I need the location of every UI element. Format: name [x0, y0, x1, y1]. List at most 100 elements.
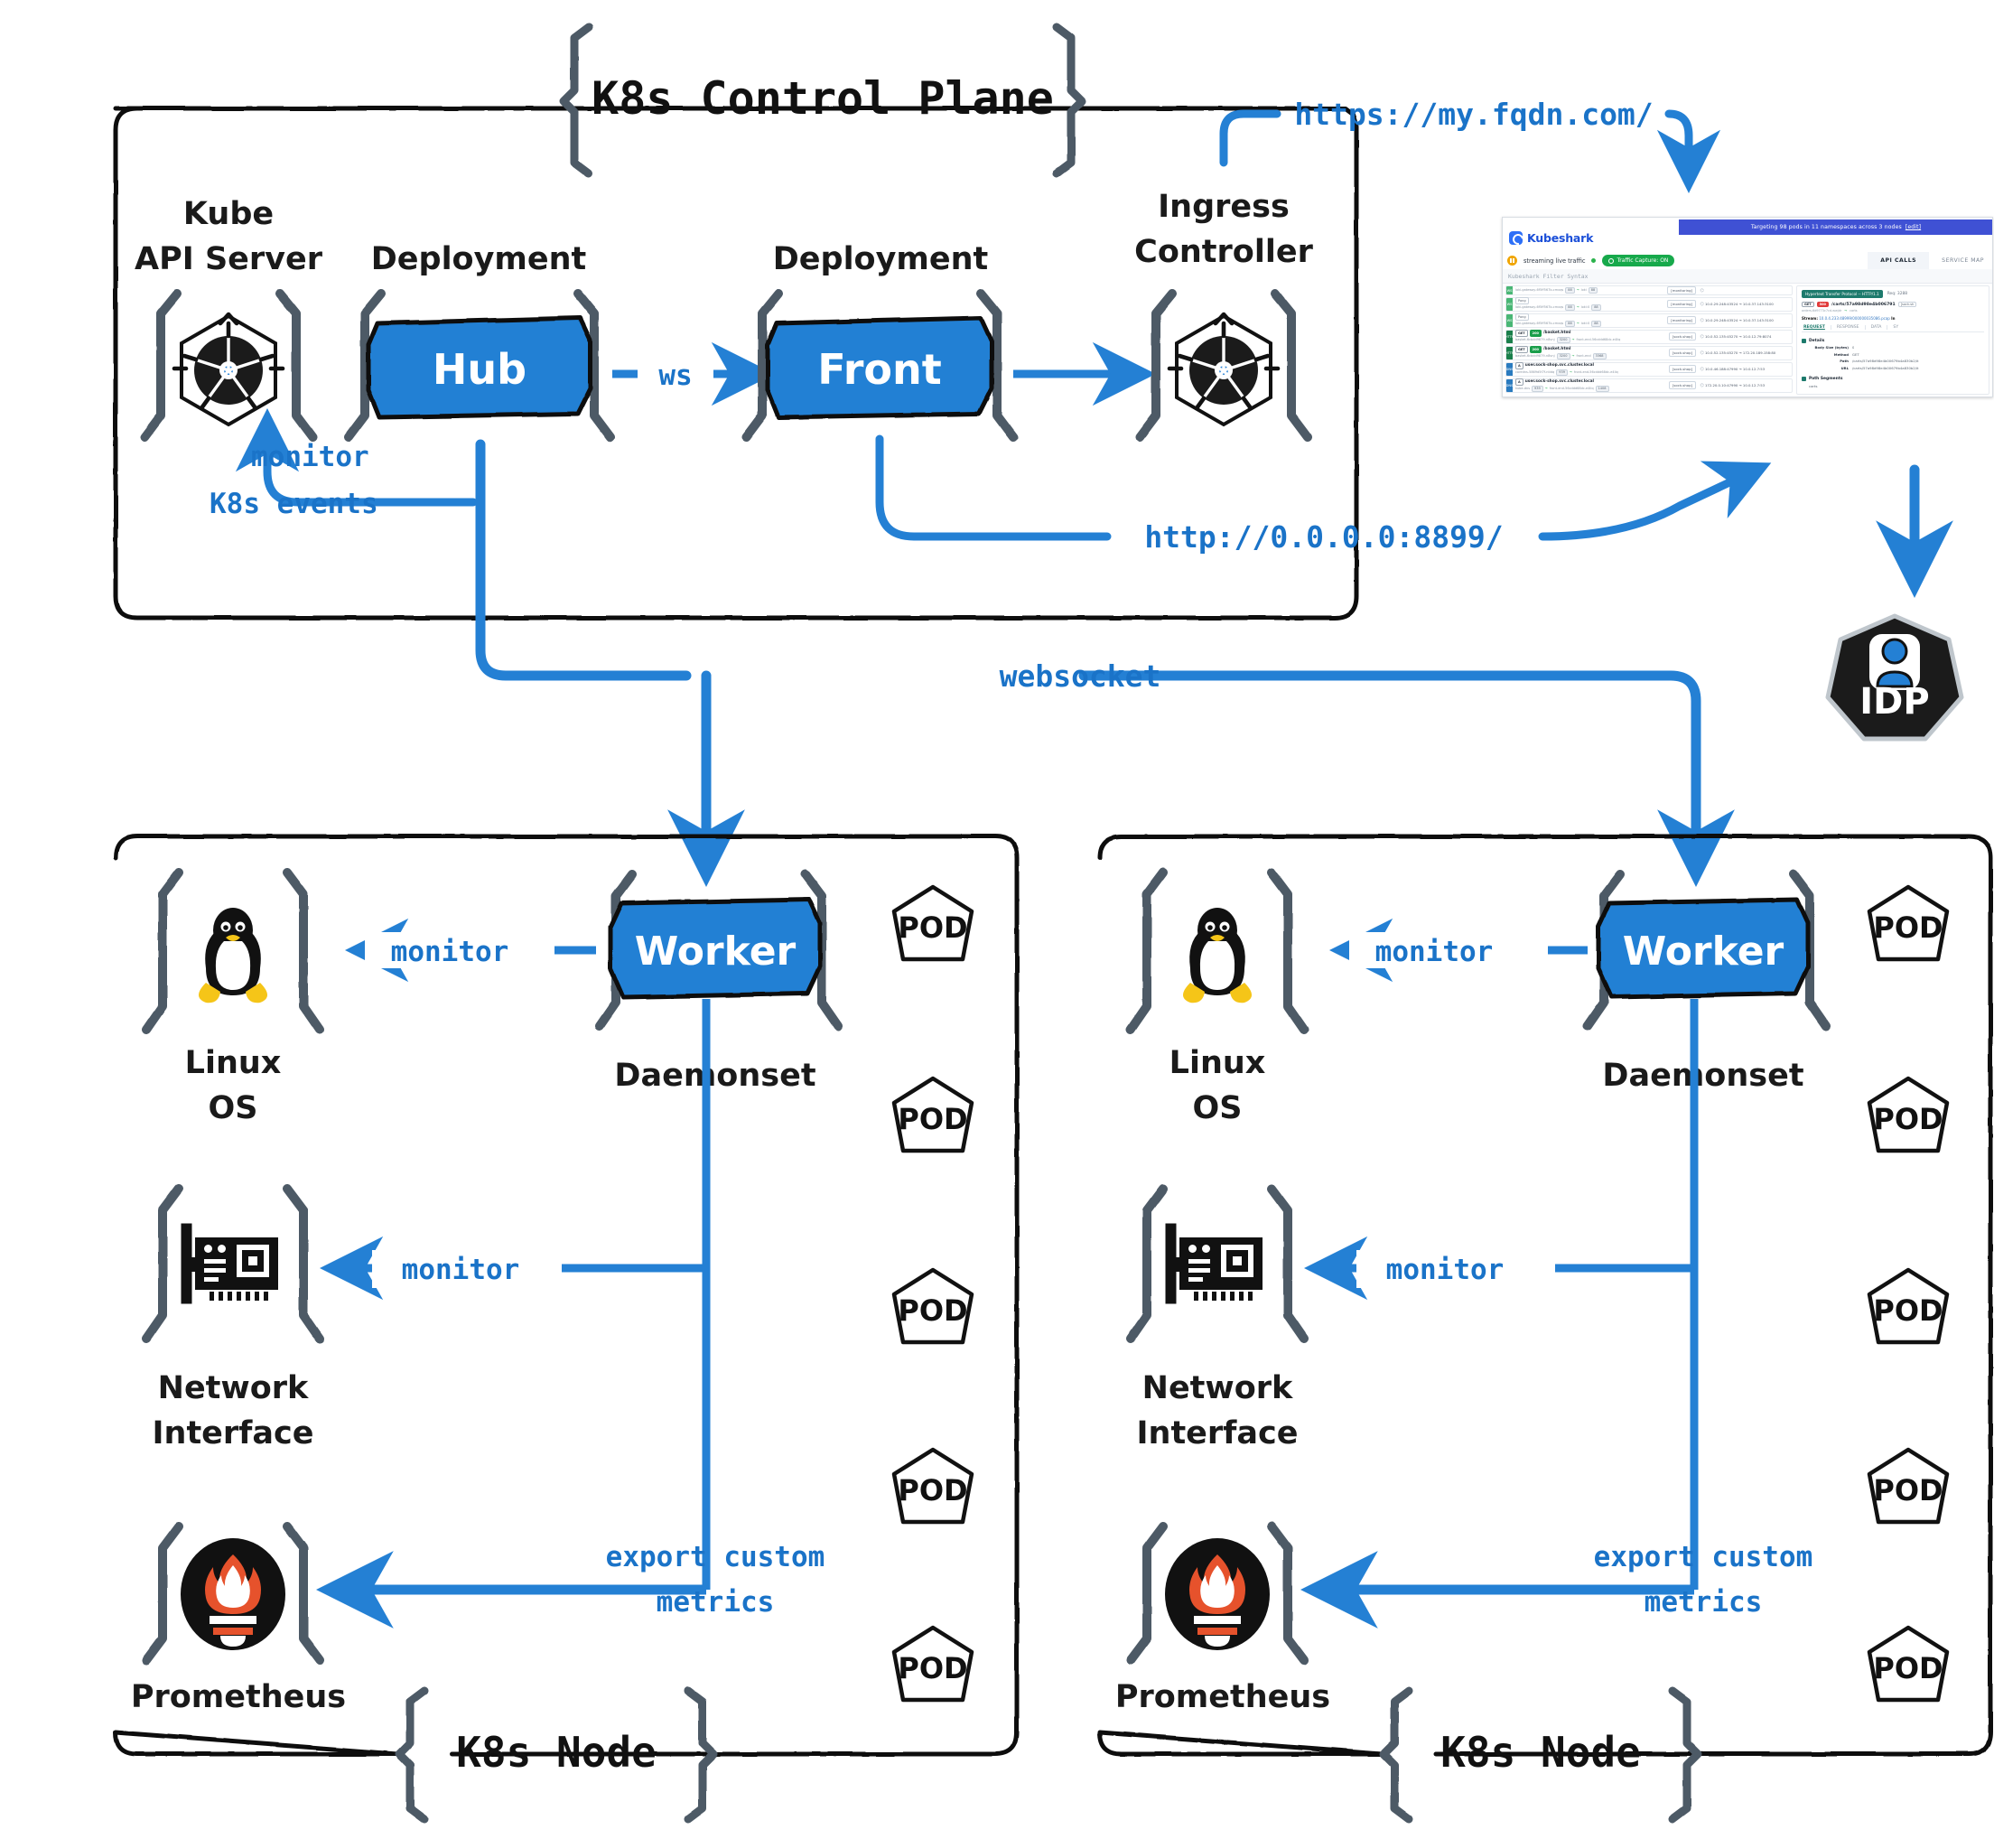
list-item[interactable]: WS Pong loki-gateway-6f5ff567b-cmxqs 88 …	[1505, 313, 1793, 328]
websocket-label: websocket	[1000, 658, 1161, 694]
tab-service-map[interactable]: SERVICE MAP	[1929, 252, 1992, 269]
entry-sub: loki-gateway-6f5ff567b-cmxqs 88 ➞ loki 8…	[1515, 287, 1667, 294]
idp-label: IDP	[1859, 681, 1929, 723]
list-item[interactable]: HTTP GET 200 /basket.html basket-6cbdd98…	[1505, 329, 1793, 344]
pod-heptagon: POD	[891, 1625, 974, 1703]
tab-api-calls[interactable]: API CALLS	[1868, 252, 1930, 269]
detail-top-row: Hypertext Transfer Protocol -- HTTP/1.1 …	[1802, 290, 1984, 298]
detail-protocol-badge: Hypertext Transfer Protocol -- HTTP/1.1	[1802, 290, 1883, 298]
detail-tab-sy[interactable]: SY	[1887, 325, 1904, 330]
entry-title: A user.sock-shop.svc.cluster.local	[1515, 362, 1669, 370]
entry-ips: 10.0.52.135:45270 → 172.20.189.158:80	[1705, 350, 1776, 356]
entry-main: A user.sock-shop.svc.cluster.local kube-…	[1513, 378, 1669, 393]
detail-tab-response[interactable]: RESPONSE	[1831, 324, 1866, 330]
detail-row: URL /carts/57a98d98e4b00679b4a830b2/it	[1840, 365, 1919, 370]
svg-text:POD: POD	[898, 1102, 967, 1136]
entry-sub: basket-6cbdd9879-n8vnj 3200 ➞ front-end-…	[1515, 337, 1621, 344]
node-1-worker-label: Worker	[1623, 929, 1784, 975]
list-item[interactable]: HTTP GET 200 /basket.html basket-6cbdd98…	[1505, 345, 1793, 360]
node-1-daemonset-label: Daemonset	[1602, 1058, 1803, 1094]
list-item[interactable]: DNS A user.sock-shop.svc.cluster.local k…	[1505, 378, 1793, 393]
entry-icon: ⌬	[1700, 317, 1704, 323]
entry-sub: loki-gateway-6f5ff567b-cmxqs 88 ➞ loki:0…	[1515, 304, 1667, 312]
svg-text:POD: POD	[1873, 1293, 1943, 1328]
entry-ips: 172.20.0.10:47990 → 10.0.12.7:53	[1705, 383, 1766, 388]
detail-sub-row: orders-6d9773c7cd-wwjdr ➞ carts	[1802, 308, 1858, 313]
list-item[interactable]: WS Pong loki-gateway-6f5ff567b-cmxqs 88 …	[1505, 296, 1793, 312]
entry-title: A user.sock-shop.svc.cluster.local	[1515, 378, 1669, 387]
node-1-os-label-line2: OS	[1193, 1090, 1243, 1126]
kubeshark-filter-bar[interactable]: Kubeshark Filter Syntax	[1503, 269, 1992, 284]
entry-sub: basket-6cbdd9879-n8vnj 3200 ➞ front-end …	[1515, 353, 1669, 360]
control-plane-title: K8s Control Plane	[592, 72, 1054, 125]
detail-verb: GET	[1802, 302, 1814, 307]
api-server-label-line2: API Server	[135, 241, 323, 277]
traffic-capture-button[interactable]: Traffic Capture: ON	[1602, 255, 1675, 266]
node-1-os-label-line1: Linux	[1169, 1045, 1266, 1081]
front-label: Front	[817, 345, 942, 394]
hub-deployment-label: Deployment	[371, 241, 587, 277]
pod-heptagon: POD	[891, 884, 974, 962]
traffic-capture-label: Traffic Capture: ON	[1617, 257, 1669, 264]
entry-namespace: [sock-shop]	[1668, 381, 1696, 390]
detail-tab-data[interactable]: DATA	[1866, 324, 1888, 330]
proto-badge: HTTP	[1505, 346, 1514, 359]
detail-tab-request[interactable]: REQUEST	[1802, 324, 1831, 330]
kubeshark-ui-screenshot[interactable]: Targeting 98 pods in 11 namespaces acros…	[1502, 217, 1993, 397]
list-item[interactable]: WS loki-gateway-6f5ff567b-cmxqs 88 ➞ lok…	[1505, 285, 1793, 295]
kubeshark-entry-list[interactable]: WS loki-gateway-6f5ff567b-cmxqs 88 ➞ lok…	[1505, 285, 1793, 395]
node-1-nic-label-line2: Interface	[1137, 1415, 1299, 1451]
entry-icon: ⌬	[1700, 333, 1704, 340]
svg-text:POD: POD	[1873, 1102, 1943, 1136]
kubeshark-targeting-banner: Targeting 98 pods in 11 namespaces acros…	[1679, 219, 1992, 235]
list-item[interactable]: DNS A user.sock-shop.svc.cluster.local c…	[1505, 361, 1793, 377]
list-item[interactable]: HTTP GET 500 /carts/57a98d98e4b00679b4a8…	[1505, 394, 1793, 395]
pause-icon[interactable]	[1507, 256, 1517, 266]
ingress-url-label: https://my.fqdn.com/	[1294, 97, 1653, 132]
pod-heptagon: POD	[891, 1267, 974, 1345]
pod-heptagon: POD	[1867, 884, 1950, 962]
status-dot-icon	[1591, 258, 1597, 263]
entry-title: Pong	[1515, 297, 1667, 305]
node-0-prom-edge-line2: metrics	[657, 1586, 775, 1619]
linux-penguin-icon-1	[1183, 908, 1252, 1003]
node-1-title: K8s Node	[1440, 1728, 1641, 1777]
collapse-icon[interactable]	[1802, 376, 1806, 381]
proto-badge: DNS	[1506, 378, 1513, 392]
node-1-prom-edge-line1: export custom	[1594, 1541, 1813, 1573]
diagram-canvas: K8s Control Plane Kube API Server Deploy…	[0, 0, 1994, 1848]
detail-segments-heading: Path Segments	[1802, 376, 1984, 381]
targeting-edit-link[interactable]: [edit]	[1905, 224, 1921, 230]
node-0-os-label-line1: Linux	[185, 1045, 282, 1081]
node-0-os-label-line2: OS	[209, 1090, 258, 1126]
proto-badge: DNS	[1506, 362, 1513, 376]
node-0-nic-edge-label: monitor	[402, 1254, 520, 1286]
collapse-icon[interactable]	[1802, 338, 1806, 343]
entry-main: GET 200 /basket.html basket-6cbdd9879-n8…	[1513, 346, 1669, 360]
kubeshark-body: WS loki-gateway-6f5ff567b-cmxqs 88 ➞ lok…	[1503, 284, 1992, 397]
hub-label: Hub	[433, 345, 526, 394]
proto-badge: WS	[1506, 313, 1513, 327]
detail-row: Body Size (bytes) 0	[1814, 345, 1855, 350]
entry-namespace: [monitoring]	[1667, 316, 1696, 325]
kubeshark-detail-panel[interactable]: Hypertext Transfer Protocol -- HTTP/1.1 …	[1796, 285, 1989, 395]
kubernetes-wheel-icon	[172, 312, 285, 427]
detail-status: 500	[1816, 302, 1829, 307]
entry-icon: ⌬	[1700, 287, 1704, 294]
svg-text:POD: POD	[1873, 1473, 1943, 1507]
entry-icon: ⌬	[1700, 350, 1704, 356]
pod-heptagon: POD	[1867, 1076, 1950, 1153]
streaming-status-label: streaming live traffic	[1523, 257, 1586, 265]
pod-heptagon: POD	[891, 1076, 974, 1153]
proto-badge: WS	[1506, 286, 1513, 294]
ingress-label-line1: Ingress	[1158, 189, 1290, 225]
node-1-os-edge-label: monitor	[1375, 936, 1494, 968]
entry-main: Pong loki-gateway-6f5ff567b-cmxqs 88 ➞ l…	[1513, 313, 1667, 328]
api-server-label-line1: Kube	[183, 196, 274, 232]
node-0-worker-label: Worker	[635, 929, 797, 975]
detail-segment: carts	[1809, 383, 1818, 388]
node-0-daemonset-label: Daemonset	[614, 1058, 815, 1094]
entry-title: GET 200 /basket.html	[1515, 346, 1669, 354]
entry-ips: 10.0.52.135:45270 → 10.0.12.79:8074	[1705, 334, 1772, 340]
prometheus-torch-icon-0	[181, 1538, 285, 1650]
